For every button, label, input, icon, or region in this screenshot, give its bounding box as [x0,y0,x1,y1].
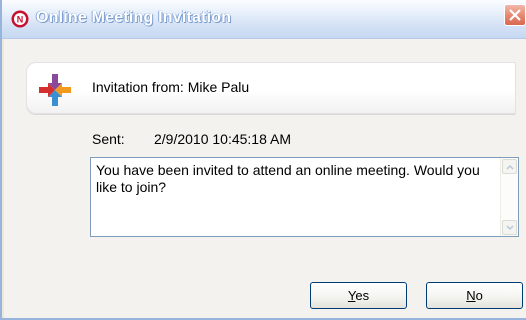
invitation-from-text: Invitation from: Mike Palu [92,79,250,95]
message-textbox[interactable]: You have been invited to attend an onlin… [90,157,519,237]
yes-button[interactable]: Yes [310,282,407,309]
yes-label-rest: es [355,288,370,303]
scroll-down-button[interactable] [502,220,517,235]
message-text: You have been invited to attend an onlin… [96,162,480,195]
invitation-header: Invitation from: Mike Palu [26,62,516,114]
scroll-up-button[interactable] [502,159,517,174]
novell-n-icon: N [11,10,29,28]
no-label-rest: o [475,288,483,303]
chevron-up-icon [506,164,514,170]
sent-label: Sent: [92,131,125,147]
dialog-content: Invitation from: Mike Palu Sent: 2/9/201… [4,39,526,318]
sent-timestamp: 2/9/2010 10:45:18 AM [154,131,291,147]
window-title: Online Meeting Invitation [36,9,232,26]
close-button[interactable] [504,4,526,26]
close-icon [509,9,521,21]
svg-text:N: N [17,15,24,25]
meeting-logo-icon [35,70,75,110]
no-button[interactable]: No [426,282,523,309]
chevron-down-icon [506,225,514,231]
no-mnemonic: N [466,288,476,303]
vertical-scrollbar[interactable] [500,158,518,236]
dialog-window: N Online Meeting Invitation Invitation f… [0,0,526,320]
title-bar[interactable]: N Online Meeting Invitation [2,0,526,39]
